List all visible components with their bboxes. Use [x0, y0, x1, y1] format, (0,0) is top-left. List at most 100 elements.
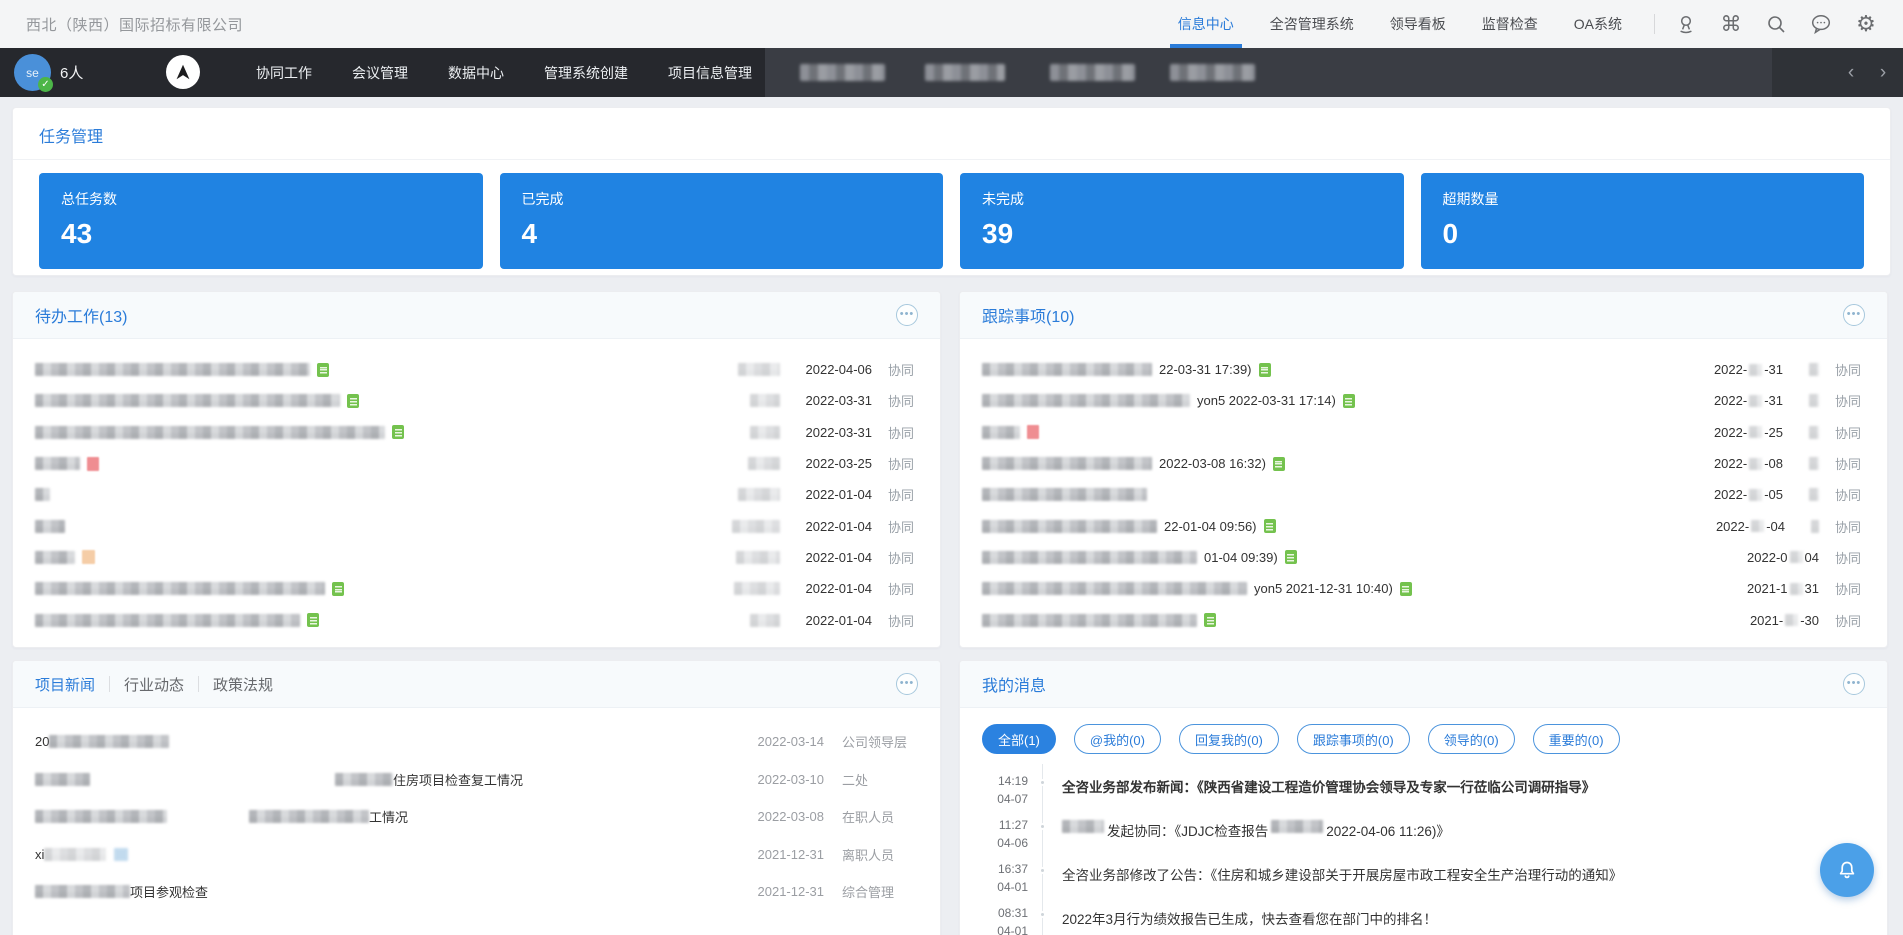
redacted-text — [114, 848, 128, 861]
message-item[interactable]: 11:2704-06发起协同：《JDJC检查报告 2022-04-06 11:2… — [982, 808, 1887, 852]
todo-row[interactable]: 2022-04-06协同 — [35, 354, 918, 385]
portal-tab-1[interactable]: 信息中心 — [1178, 0, 1234, 48]
redacted-app-tab-4[interactable] — [1170, 64, 1255, 81]
app-menu-item-1[interactable]: 协同工作 — [256, 63, 312, 83]
todo-type-label: 协同 — [888, 391, 918, 410]
message-filter-5[interactable]: 领导的(0) — [1428, 724, 1515, 754]
tracking-row-meta: 2021--30协同 — [1745, 611, 1865, 630]
company-name: 西北（陕西）国际招标有限公司 — [26, 14, 243, 35]
todo-row-content — [35, 520, 732, 533]
news-row[interactable]: 住房项目检查复工情况2022-03-10二处 — [35, 761, 918, 799]
portal-tab-3[interactable]: 领导看板 — [1390, 0, 1446, 48]
more-options-icon[interactable]: ••• — [896, 673, 918, 695]
apps-command-icon[interactable]: ⌘ — [1720, 13, 1742, 35]
tracking-row[interactable]: 01-04 09:39)2022-004协同 — [982, 542, 1865, 573]
tracking-row-content: yon5 2022-03-31 17:14) — [982, 393, 1709, 408]
message-item[interactable]: 14:1904-07全咨业务部发布新闻：《陕西省建设工程造价管理协会领导及专家一… — [982, 764, 1887, 808]
todo-row[interactable]: 2022-01-04协同 — [35, 542, 918, 573]
news-row[interactable]: 项目参观检查2021-12-31综合管理 — [35, 873, 918, 911]
tracking-date-suffix: -30 — [1800, 613, 1819, 628]
avatar[interactable]: se ✓ — [14, 54, 51, 91]
app-menu-item-5[interactable]: 项目信息管理 — [668, 63, 752, 83]
todo-row[interactable]: 2022-03-31协同 — [35, 417, 918, 448]
tracking-row[interactable]: 2022-03-08 16:32)2022--08协同 — [982, 448, 1865, 479]
todo-row-meta: 2022-01-04协同 — [734, 579, 918, 598]
tracking-date-suffix: -31 — [1764, 362, 1783, 377]
app-menu-item-2[interactable]: 会议管理 — [352, 63, 408, 83]
chevron-left-icon[interactable]: ‹ — [1843, 62, 1859, 84]
tracking-date-suffix: 04 — [1805, 550, 1819, 565]
news-row[interactable]: 202022-03-14公司领导层 — [35, 723, 918, 761]
message-filter-1[interactable]: 全部(1) — [982, 724, 1056, 754]
tracking-row-meta: 2022--05协同 — [1709, 485, 1865, 504]
tracking-date-suffix: -04 — [1766, 519, 1785, 534]
tracking-row-content: yon5 2021-12-31 10:40) — [982, 581, 1745, 596]
chat-icon[interactable] — [1810, 13, 1832, 35]
todo-row[interactable]: 2022-01-04协同 — [35, 510, 918, 541]
message-filter-3[interactable]: 回复我的(0) — [1179, 724, 1279, 754]
tracking-row[interactable]: 22-01-04 09:56)2022--04协同 — [982, 510, 1865, 541]
tracking-date: 2022--04 — [1711, 519, 1785, 534]
tracking-row[interactable]: yon5 2022-03-31 17:14)2022--31协同 — [982, 385, 1865, 416]
redacted-app-tab-2[interactable] — [925, 64, 1005, 81]
message-item[interactable]: 08:3104-012022年3月行为绩效报告已生成，快去查看您在部门中的排名！ — [982, 896, 1887, 935]
app-menu-item-3[interactable]: 数据中心 — [448, 63, 504, 83]
news-tab-2[interactable]: 行业动态 — [124, 674, 184, 695]
redacted-app-tab-1[interactable] — [800, 64, 885, 81]
todo-panel-header: 待办工作(13) ••• — [13, 292, 940, 339]
redacted-item-text — [982, 520, 1157, 533]
redacted-date-part — [1749, 395, 1762, 407]
more-options-icon[interactable]: ••• — [1843, 673, 1865, 695]
news-category: 二处 — [842, 770, 918, 789]
location-pin-icon[interactable] — [1675, 13, 1697, 35]
message-text: 全咨业务部发布新闻：《陕西省建设工程造价管理协会领导及专家一行莅临公司调研指导》 — [1056, 764, 1887, 808]
news-row[interactable]: 工情况2022-03-08在职人员 — [35, 798, 918, 836]
redacted-item-text — [982, 394, 1190, 407]
news-tab-3[interactable]: 政策法规 — [213, 674, 273, 695]
visible-text: 工情况 — [369, 807, 408, 826]
todo-type-label: 协同 — [888, 611, 918, 630]
todo-row[interactable]: 2022-01-04协同 — [35, 573, 918, 604]
app-menu-item-4[interactable]: 管理系统创建 — [544, 63, 628, 83]
tracking-row[interactable]: yon5 2021-12-31 10:40)2021-131协同 — [982, 573, 1865, 604]
portal-tab-4[interactable]: 监督检查 — [1482, 0, 1538, 48]
search-icon[interactable] — [1765, 13, 1787, 35]
gear-icon[interactable]: ⚙ — [1855, 13, 1877, 35]
message-text: 全咨业务部修改了公告：《住房和城乡建设部关于开展房屋市政工程安全生产治理行动的通… — [1056, 852, 1887, 896]
tracking-row-meta: 2022--08协同 — [1709, 454, 1865, 473]
tracking-row[interactable]: 2021--30协同 — [982, 604, 1865, 635]
portal-tab-2[interactable]: 全咨管理系统 — [1270, 0, 1354, 48]
redacted-owner-name — [1809, 457, 1819, 470]
news-row[interactable]: xi2021-12-31离职人员 — [35, 836, 918, 874]
todo-row-meta: 2022-01-04协同 — [736, 548, 918, 567]
nav-arrow-icon[interactable] — [166, 55, 200, 89]
todo-row[interactable]: 2022-03-25协同 — [35, 448, 918, 479]
redacted-owner-name — [1809, 426, 1819, 439]
news-tab-1[interactable]: 项目新闻 — [35, 674, 95, 695]
portal-tab-5[interactable]: OA系统 — [1574, 0, 1622, 48]
more-options-icon[interactable]: ••• — [896, 304, 918, 326]
tracking-date-prefix: 2022- — [1714, 393, 1747, 408]
tracking-row[interactable]: 22-03-31 17:39)2022--31协同 — [982, 354, 1865, 385]
message-filter-2[interactable]: @我的(0) — [1074, 724, 1161, 754]
chevron-right-icon[interactable]: › — [1875, 62, 1891, 84]
todo-row[interactable]: 2022-01-04协同 — [35, 604, 918, 635]
tracking-row-meta: 2022--25协同 — [1709, 423, 1865, 442]
message-filter-4[interactable]: 跟踪事项的(0) — [1297, 724, 1410, 754]
tracking-row-content — [982, 488, 1709, 501]
todo-row[interactable]: 2022-01-04协同 — [35, 479, 918, 510]
tracking-row[interactable]: 2022--25协同 — [982, 417, 1865, 448]
redacted-date-part — [1790, 551, 1803, 563]
more-options-icon[interactable]: ••• — [1843, 304, 1865, 326]
tracking-row[interactable]: 2022--05协同 — [982, 479, 1865, 510]
notification-bell-button[interactable] — [1820, 843, 1874, 897]
redacted-text — [249, 810, 369, 823]
news-date: 2022-03-14 — [750, 734, 824, 749]
redacted-app-tab-3[interactable] — [1050, 64, 1135, 81]
redacted-task-text — [35, 363, 310, 376]
redacted-owner-name — [748, 457, 780, 470]
message-filter-6[interactable]: 重要的(0) — [1533, 724, 1620, 754]
message-item[interactable]: 16:3704-01全咨业务部修改了公告：《住房和城乡建设部关于开展房屋市政工程… — [982, 852, 1887, 896]
todo-row[interactable]: 2022-03-31协同 — [35, 385, 918, 416]
timeline-rail — [1028, 896, 1056, 935]
